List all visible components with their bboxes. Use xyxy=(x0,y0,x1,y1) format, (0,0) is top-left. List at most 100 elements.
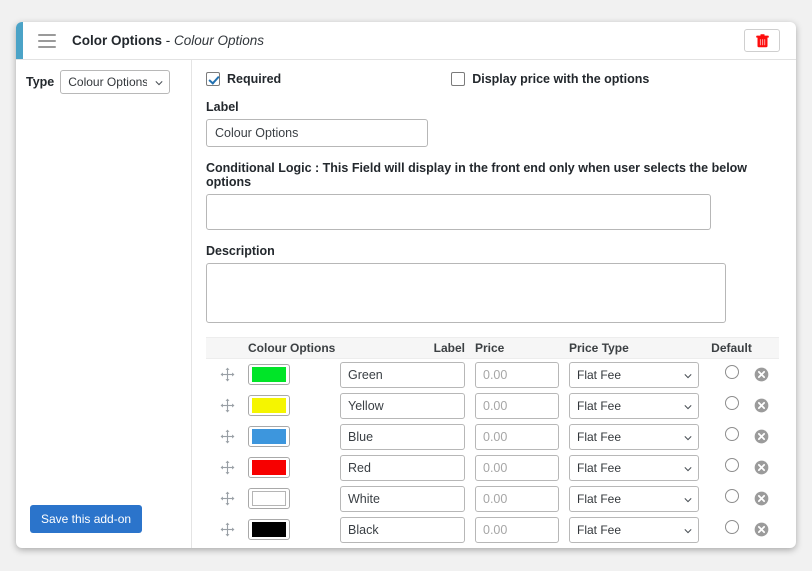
colour-swatch[interactable] xyxy=(248,457,290,478)
display-price-label: Display price with the options xyxy=(472,72,650,86)
drag-handle[interactable] xyxy=(206,398,248,413)
col-colour-options: Colour Options xyxy=(248,341,336,355)
left-panel: Type Colour Options Save this add-on xyxy=(16,60,192,548)
save-addon-button[interactable]: Save this add-on xyxy=(30,505,143,533)
option-price-cell xyxy=(475,423,569,450)
colour-swatch-cell xyxy=(248,364,340,385)
remove-circle-icon[interactable] xyxy=(754,460,769,475)
option-default-cell xyxy=(709,396,754,415)
remove-circle-icon[interactable] xyxy=(754,522,769,537)
options-table-body: Flat Fee Flat Fee Flat Fee Flat Fee Flat Fee… xyxy=(206,359,779,545)
required-checkbox-item[interactable]: Required xyxy=(206,72,281,86)
main-panel: Required Display price with the options … xyxy=(192,60,796,548)
price-type-wrap: Flat Fee xyxy=(569,423,699,450)
option-label-cell xyxy=(340,454,475,481)
option-row: Flat Fee xyxy=(206,421,779,452)
drag-handle[interactable] xyxy=(206,367,248,382)
options-table: Colour Options Label Price Price Type De… xyxy=(206,337,779,548)
option-price-type-select[interactable]: Flat Fee xyxy=(569,516,699,543)
option-remove-cell xyxy=(754,522,779,537)
option-default-cell xyxy=(709,520,754,539)
type-label: Type xyxy=(26,75,55,89)
option-default-radio[interactable] xyxy=(724,365,739,379)
colour-swatch[interactable] xyxy=(248,426,290,447)
card-header: Color Options - Colour Options xyxy=(16,22,796,60)
option-remove-cell xyxy=(754,491,779,506)
drag-handle[interactable] xyxy=(206,491,248,506)
option-default-radio[interactable] xyxy=(724,489,739,503)
move-arrows-icon xyxy=(220,491,234,506)
price-type-wrap: Flat Fee xyxy=(569,361,699,388)
option-price-type-cell: Flat Fee xyxy=(569,361,709,388)
conditional-logic-input[interactable] xyxy=(206,194,711,230)
option-price-input[interactable] xyxy=(475,361,559,388)
option-row: Flat Fee xyxy=(206,359,779,390)
colour-swatch[interactable] xyxy=(248,364,290,385)
option-price-input[interactable] xyxy=(475,516,559,543)
option-row: Flat Fee xyxy=(206,452,779,483)
checkbox-row: Required Display price with the options xyxy=(206,72,782,86)
price-type-wrap: Flat Fee xyxy=(569,516,699,543)
option-price-type-select[interactable]: Flat Fee xyxy=(569,392,699,419)
display-price-checkbox[interactable] xyxy=(451,72,466,86)
col-price: Price xyxy=(475,341,505,355)
option-price-input[interactable] xyxy=(475,392,559,419)
remove-circle-icon[interactable] xyxy=(754,429,769,444)
price-type-wrap: Flat Fee xyxy=(569,485,699,512)
option-price-type-cell: Flat Fee xyxy=(569,423,709,450)
option-label-cell xyxy=(340,423,475,450)
drag-handle[interactable] xyxy=(206,522,248,537)
option-default-cell xyxy=(709,489,754,508)
option-price-type-cell: Flat Fee xyxy=(569,485,709,512)
option-remove-cell xyxy=(754,398,779,413)
option-price-input[interactable] xyxy=(475,454,559,481)
page-title: Color Options - Colour Options xyxy=(72,33,264,48)
option-default-radio[interactable] xyxy=(724,520,739,534)
option-price-type-select[interactable]: Flat Fee xyxy=(569,485,699,512)
option-remove-cell xyxy=(754,429,779,444)
option-label-input[interactable] xyxy=(340,516,465,543)
required-checkbox[interactable] xyxy=(206,72,220,86)
type-select[interactable]: Colour Options xyxy=(60,70,171,94)
option-price-input[interactable] xyxy=(475,423,559,450)
page-title-main: Color Options xyxy=(72,33,162,48)
hamburger-icon[interactable] xyxy=(38,33,56,48)
option-default-radio[interactable] xyxy=(724,427,739,441)
option-price-type-select[interactable]: Flat Fee xyxy=(569,361,699,388)
trash-icon xyxy=(755,33,769,47)
option-label-input[interactable] xyxy=(340,454,465,481)
option-price-type-select[interactable]: Flat Fee xyxy=(569,423,699,450)
drag-handle[interactable] xyxy=(206,460,248,475)
option-label-input[interactable] xyxy=(340,485,465,512)
description-textarea[interactable] xyxy=(206,263,726,323)
colour-swatch-cell xyxy=(248,488,340,509)
option-price-type-cell: Flat Fee xyxy=(569,454,709,481)
delete-addon-button[interactable] xyxy=(744,29,780,52)
option-default-radio[interactable] xyxy=(724,458,739,472)
remove-circle-icon[interactable] xyxy=(754,491,769,506)
option-label-cell xyxy=(340,392,475,419)
option-price-cell xyxy=(475,485,569,512)
conditional-logic-heading: Conditional Logic : This Field will disp… xyxy=(206,161,748,189)
option-label-input[interactable] xyxy=(340,392,465,419)
type-row: Type Colour Options xyxy=(16,70,191,94)
colour-swatch-cell xyxy=(248,426,340,447)
col-label: Label xyxy=(433,341,465,355)
colour-swatch-cell xyxy=(248,457,340,478)
option-price-input[interactable] xyxy=(475,485,559,512)
option-price-type-select[interactable]: Flat Fee xyxy=(569,454,699,481)
option-label-input[interactable] xyxy=(340,361,465,388)
label-input[interactable] xyxy=(206,119,428,147)
colour-swatch[interactable] xyxy=(248,519,290,540)
drag-handle[interactable] xyxy=(206,429,248,444)
colour-swatch[interactable] xyxy=(248,395,290,416)
option-default-cell xyxy=(709,458,754,477)
option-row: Flat Fee xyxy=(206,514,779,545)
option-default-radio[interactable] xyxy=(724,396,739,410)
remove-circle-icon[interactable] xyxy=(754,367,769,382)
option-label-input[interactable] xyxy=(340,423,465,450)
remove-circle-icon[interactable] xyxy=(754,398,769,413)
colour-swatch[interactable] xyxy=(248,488,290,509)
description-heading: Description xyxy=(206,244,275,258)
display-price-checkbox-item[interactable]: Display price with the options xyxy=(451,72,649,86)
